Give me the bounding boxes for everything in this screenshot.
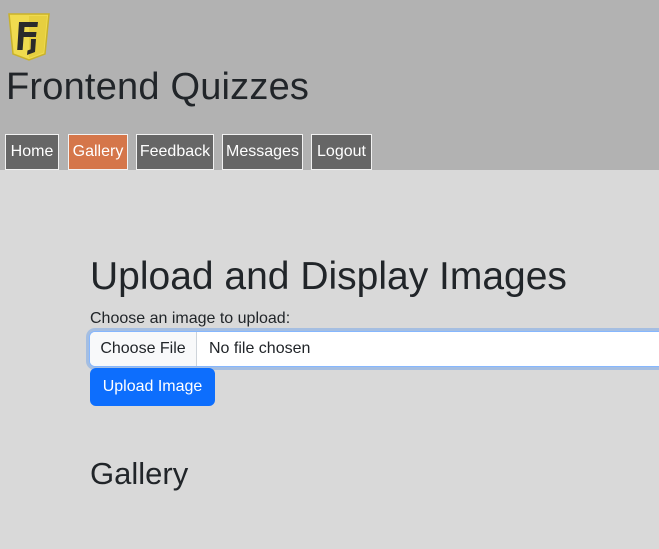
main-content: Upload and Display Images Choose an imag…: [0, 170, 659, 549]
file-status-text: No file chosen: [209, 340, 311, 357]
site-header: Frontend Quizzes Home Gallery Feedback M…: [0, 0, 659, 170]
nav-item-gallery[interactable]: Gallery: [68, 134, 128, 170]
choose-file-button[interactable]: Choose File: [90, 332, 197, 366]
gallery-heading: Gallery: [90, 456, 189, 491]
nav-item-logout[interactable]: Logout: [311, 134, 372, 170]
page-title: Upload and Display Images: [90, 255, 567, 298]
upload-image-button[interactable]: Upload Image: [90, 368, 215, 406]
nav-item-home[interactable]: Home: [5, 134, 59, 170]
site-title: Frontend Quizzes: [6, 66, 310, 108]
frontend-quizzes-logo-icon[interactable]: [7, 12, 51, 62]
file-input[interactable]: Choose File No file chosen: [89, 331, 659, 367]
nav-item-feedback[interactable]: Feedback: [136, 134, 214, 170]
upload-label: Choose an image to upload:: [90, 310, 291, 327]
nav-item-messages[interactable]: Messages: [222, 134, 303, 170]
